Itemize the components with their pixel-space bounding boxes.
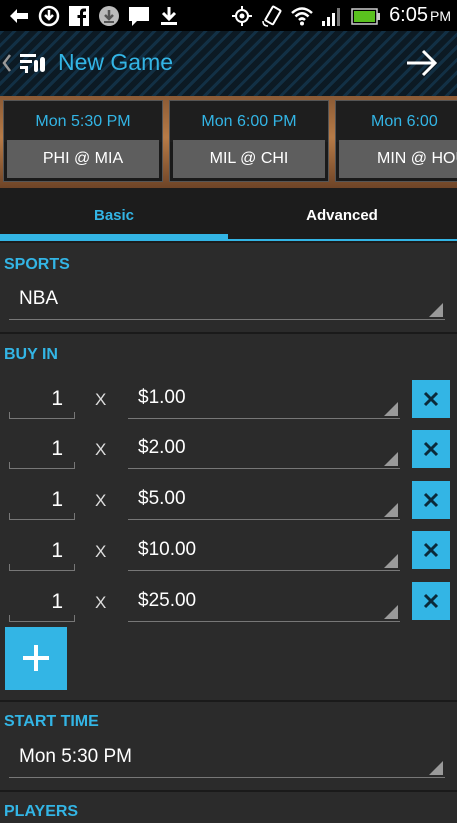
tab-selected-indicator xyxy=(0,234,228,240)
remove-buy-in-button[interactable] xyxy=(412,481,450,519)
game-card[interactable]: Mon 6:00 PM MIL @ CHI xyxy=(169,100,329,182)
download-icon xyxy=(161,6,177,25)
game-time: Mon 5:30 PM xyxy=(4,101,162,142)
sports-value: NBA xyxy=(19,288,59,309)
start-time-header: START TIME xyxy=(4,713,99,730)
close-icon xyxy=(423,542,439,558)
players-header: PLAYERS xyxy=(4,803,79,820)
sports-dropdown[interactable]: NBA xyxy=(9,282,445,320)
times-symbol: X xyxy=(95,593,107,612)
clock: 6:05 PM xyxy=(389,4,451,26)
quantity-field[interactable]: 1 xyxy=(9,431,75,469)
amount-dropdown[interactable]: $25.00 xyxy=(128,584,400,622)
amount-value: $1.00 xyxy=(138,387,186,408)
divider xyxy=(0,700,457,702)
message-icon xyxy=(129,6,149,26)
close-icon xyxy=(423,391,439,407)
amount-dropdown[interactable]: $10.00 xyxy=(128,533,400,571)
signal-icon xyxy=(322,7,341,26)
remove-buy-in-button[interactable] xyxy=(412,380,450,418)
amount-dropdown[interactable]: $5.00 xyxy=(128,482,400,520)
arrow-right-icon[interactable] xyxy=(405,48,439,78)
times-symbol: X xyxy=(95,491,107,510)
gps-icon xyxy=(232,5,253,26)
game-matchup: MIN @ HOU xyxy=(339,140,457,178)
app-logo-icon[interactable] xyxy=(20,53,46,73)
page-title: New Game xyxy=(58,49,174,75)
divider xyxy=(0,332,457,334)
remove-buy-in-button[interactable] xyxy=(412,582,450,620)
wifi-icon xyxy=(291,6,313,25)
dropdown-arrow-icon xyxy=(384,605,398,619)
rotate-icon xyxy=(262,5,282,27)
quantity-field[interactable]: 1 xyxy=(9,482,75,520)
system-icons: 6:05 PM xyxy=(231,4,451,27)
plus-icon xyxy=(23,645,49,671)
remove-buy-in-button[interactable] xyxy=(412,531,450,569)
dropdown-arrow-icon xyxy=(384,503,398,517)
times-symbol: X xyxy=(95,440,107,459)
quantity-field[interactable]: 1 xyxy=(9,533,75,571)
times-symbol: X xyxy=(95,542,107,561)
games-carousel[interactable]: Mon 5:30 PM PHI @ MIA Mon 6:00 PM MIL @ … xyxy=(0,96,457,188)
status-bar: 6:05 PM xyxy=(0,0,457,31)
close-icon xyxy=(423,593,439,609)
game-time: Mon 6:00 PM xyxy=(170,101,328,142)
game-card[interactable]: Mon 6:00 PM MIN @ HOU xyxy=(335,100,457,182)
facebook-icon xyxy=(69,5,89,26)
amount-value: $5.00 xyxy=(138,488,186,509)
battery-icon xyxy=(351,7,381,25)
dropdown-arrow-icon xyxy=(429,761,443,775)
download-circle-icon xyxy=(99,5,119,26)
game-matchup: PHI @ MIA xyxy=(7,140,159,178)
amount-value: $2.00 xyxy=(138,437,186,458)
close-icon xyxy=(423,492,439,508)
sports-header: SPORTS xyxy=(4,256,70,273)
buy-in-header: BUY IN xyxy=(4,346,58,363)
dropdown-arrow-icon xyxy=(384,554,398,568)
dropdown-arrow-icon xyxy=(384,402,398,416)
notification-icons xyxy=(8,4,180,27)
start-time-value: Mon 5:30 PM xyxy=(19,746,132,767)
back-icon xyxy=(10,8,28,23)
amount-dropdown[interactable]: $1.00 xyxy=(128,381,400,419)
close-icon xyxy=(423,441,439,457)
remove-buy-in-button[interactable] xyxy=(412,430,450,468)
times-symbol: X xyxy=(95,390,107,409)
chevron-left-icon[interactable] xyxy=(2,52,12,74)
start-time-dropdown[interactable]: Mon 5:30 PM xyxy=(9,740,445,778)
dropdown-arrow-icon xyxy=(384,452,398,466)
game-time: Mon 6:00 PM xyxy=(336,101,457,171)
quantity-field[interactable]: 1 xyxy=(9,584,75,622)
amount-dropdown[interactable]: $2.00 xyxy=(128,431,400,469)
game-matchup: MIL @ CHI xyxy=(173,140,325,178)
divider xyxy=(0,790,457,792)
dropdown-arrow-icon xyxy=(429,303,443,317)
game-card[interactable]: Mon 5:30 PM PHI @ MIA xyxy=(3,100,163,182)
amount-value: $25.00 xyxy=(138,590,197,611)
add-buy-in-button[interactable] xyxy=(5,627,67,690)
tab-bar: Basic Advanced xyxy=(0,188,457,243)
download-circle-icon xyxy=(38,5,60,26)
action-bar: New Game xyxy=(0,31,457,96)
tab-advanced[interactable]: Advanced xyxy=(228,188,456,243)
quantity-field[interactable]: 1 xyxy=(9,381,75,419)
amount-value: $10.00 xyxy=(138,539,197,560)
